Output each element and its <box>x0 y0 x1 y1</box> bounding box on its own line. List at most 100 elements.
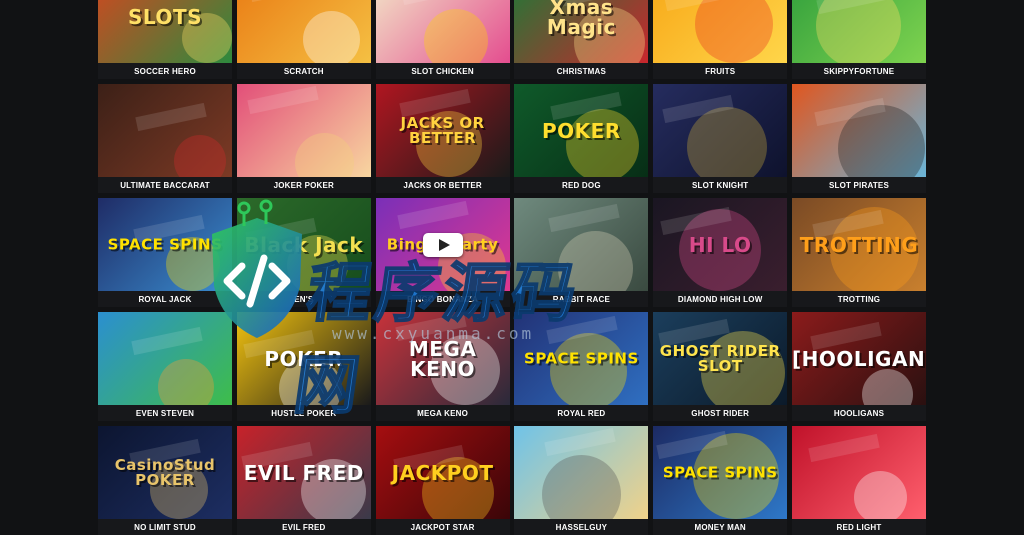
game-title: SLOT PIRATES <box>791 177 926 193</box>
game-thumbnail[interactable] <box>514 426 649 519</box>
game-thumbnail[interactable]: POKER <box>514 84 649 177</box>
game-thumbnail[interactable]: Bingo! party <box>375 198 510 291</box>
thumbnail-art <box>861 369 913 405</box>
game-thumbnail[interactable]: SLOTS <box>98 0 232 63</box>
thumbnail-title: HI LO <box>688 232 752 257</box>
game-tile[interactable]: Bingo! party BINGO BONANZA <box>375 198 510 307</box>
game-tile[interactable]: Xmas Magic CHRISTMAS <box>514 0 649 79</box>
game-tile[interactable]: ULTIMATE BACCARAT <box>98 84 232 193</box>
game-thumbnail[interactable]: GHOST RIDER SLOT <box>653 312 788 405</box>
game-thumbnail[interactable] <box>653 84 788 177</box>
game-title: SLOT CHICKEN <box>375 63 510 79</box>
game-tile[interactable]: JACKPOT JACKPOT STAR <box>375 426 510 535</box>
game-tile[interactable]: Black Jack EN'S <box>236 198 371 307</box>
thumbnail-art <box>135 102 207 132</box>
game-tile[interactable]: MEGA KENO MEGA KENO <box>375 312 510 421</box>
game-thumbnail[interactable]: HI LO <box>653 198 788 291</box>
game-tile[interactable]: SPACE SPINS ROYAL RED <box>514 312 649 421</box>
game-title: JOKER POKER <box>236 177 371 193</box>
game-thumbnail[interactable] <box>791 426 926 519</box>
game-title: RED LIGHT <box>791 519 926 535</box>
thumbnail-title: Black Jack <box>244 232 364 257</box>
game-thumbnail[interactable] <box>98 312 232 405</box>
game-grid: SLOTS SOCCER HERO SCRATCH SLOT CHICKEN Xmas … <box>98 0 926 535</box>
game-tile[interactable]: JOKER POKER <box>236 84 371 193</box>
game-thumbnail[interactable] <box>791 84 926 177</box>
game-thumbnail[interactable]: JACKPOT <box>375 426 510 519</box>
game-tile[interactable]: HI LO DIAMOND HIGH LOW <box>653 198 788 307</box>
thumbnail-art <box>695 0 774 63</box>
thumbnail-art <box>158 359 214 405</box>
game-tile[interactable]: SLOT PIRATES <box>791 84 926 193</box>
game-title: SCRATCH <box>236 63 371 79</box>
game-tile[interactable]: RED LIGHT <box>791 426 926 535</box>
game-title: HOOLIGANS <box>791 405 926 421</box>
game-thumbnail[interactable] <box>98 84 232 177</box>
game-thumbnail[interactable]: Xmas Magic <box>514 0 649 63</box>
game-tile[interactable]: EVIL FRED EVIL FRED <box>236 426 371 535</box>
game-thumbnail[interactable] <box>236 84 371 177</box>
thumbnail-art <box>247 85 319 115</box>
game-tile[interactable]: SKIPPYFORTUNE <box>791 0 926 79</box>
game-title: ROYAL JACK <box>98 291 232 307</box>
game-tile[interactable]: POKER HUSTLE POKER <box>236 312 371 421</box>
game-tile[interactable]: EVEN STEVEN <box>98 312 232 421</box>
game-thumbnail[interactable]: MEGA KENO <box>375 312 510 405</box>
thumbnail-title: Xmas Magic <box>546 0 616 39</box>
thumbnail-title: POKER <box>542 118 621 143</box>
game-thumbnail[interactable]: JACKS OR BETTER <box>375 84 510 177</box>
game-thumbnail[interactable] <box>375 0 510 63</box>
game-tile[interactable]: HASSELGUY <box>514 426 649 535</box>
thumbnail-title: CasinoStud POKER <box>114 455 216 489</box>
game-tile[interactable]: SLOTS SOCCER HERO <box>98 0 232 79</box>
game-thumbnail[interactable]: TROTTING <box>791 198 926 291</box>
game-tile[interactable]: CasinoStud POKER NO LIMIT STUD <box>98 426 232 535</box>
thumbnail-title: SPACE SPINS <box>524 349 639 367</box>
game-tile[interactable]: RABBIT RACE <box>514 198 649 307</box>
game-thumbnail[interactable]: EVIL FRED <box>236 426 371 519</box>
game-title: RABBIT RACE <box>514 291 649 307</box>
thumbnail-title: SPACE SPINS <box>662 463 778 481</box>
game-thumbnail[interactable]: SPACE SPINS <box>98 198 232 291</box>
game-title: ROYAL RED <box>514 405 649 421</box>
game-tile[interactable]: JACKS OR BETTER JACKS OR BETTER <box>375 84 510 193</box>
game-tile[interactable]: GHOST RIDER SLOT GHOST RIDER <box>653 312 788 421</box>
game-title: HUSTLE POKER <box>236 405 371 421</box>
game-thumbnail[interactable]: Black Jack <box>236 198 371 291</box>
game-thumbnail[interactable] <box>791 0 926 63</box>
thumbnail-title: JACKPOT <box>391 460 494 485</box>
game-thumbnail[interactable]: CasinoStud POKER <box>98 426 232 519</box>
game-tile[interactable]: [HOOLIGAN] HOOLIGANS <box>791 312 926 421</box>
game-tile[interactable]: SCRATCH <box>236 0 371 79</box>
game-tile[interactable]: FRUITS <box>653 0 788 79</box>
game-tile[interactable]: SPACE SPINS ROYAL JACK <box>98 198 232 307</box>
game-tile[interactable]: SLOT KNIGHT <box>653 84 788 193</box>
game-thumbnail[interactable]: SPACE SPINS <box>514 312 649 405</box>
thumbnail-art <box>400 0 473 6</box>
thumbnail-art <box>174 135 226 177</box>
game-tile[interactable]: SLOT CHICKEN <box>375 0 510 79</box>
game-tile[interactable]: SPACE SPINS MONEY MAN <box>653 426 788 535</box>
play-icon[interactable] <box>422 232 463 257</box>
thumbnail-title: JACKS OR BETTER <box>400 113 485 147</box>
game-title: DIAMOND HIGH LOW <box>653 291 788 307</box>
game-title: CHRISTMAS <box>514 63 649 79</box>
game-thumbnail[interactable]: SPACE SPINS <box>653 426 788 519</box>
game-tile[interactable]: POKER RED DOG <box>514 84 649 193</box>
game-title: BINGO BONANZA <box>375 291 510 307</box>
thumbnail-title: MEGA KENO <box>408 336 477 381</box>
thumbnail-title: [HOOLIGAN] <box>791 346 926 371</box>
thumbnail-art <box>558 231 634 291</box>
game-title: NO LIMIT STUD <box>98 519 232 535</box>
thumbnail-art <box>423 9 488 63</box>
game-thumbnail[interactable] <box>653 0 788 63</box>
game-title: JACKS OR BETTER <box>375 177 510 193</box>
thumbnail-art <box>131 326 203 356</box>
game-thumbnail[interactable]: [HOOLIGAN] <box>791 312 926 405</box>
game-thumbnail[interactable]: POKER <box>236 312 371 405</box>
game-tile[interactable]: TROTTING TROTTING <box>791 198 926 307</box>
game-title: ULTIMATE BACCARAT <box>98 177 232 193</box>
game-thumbnail[interactable] <box>514 198 649 291</box>
thumbnail-art <box>396 200 469 230</box>
game-thumbnail[interactable] <box>236 0 371 63</box>
